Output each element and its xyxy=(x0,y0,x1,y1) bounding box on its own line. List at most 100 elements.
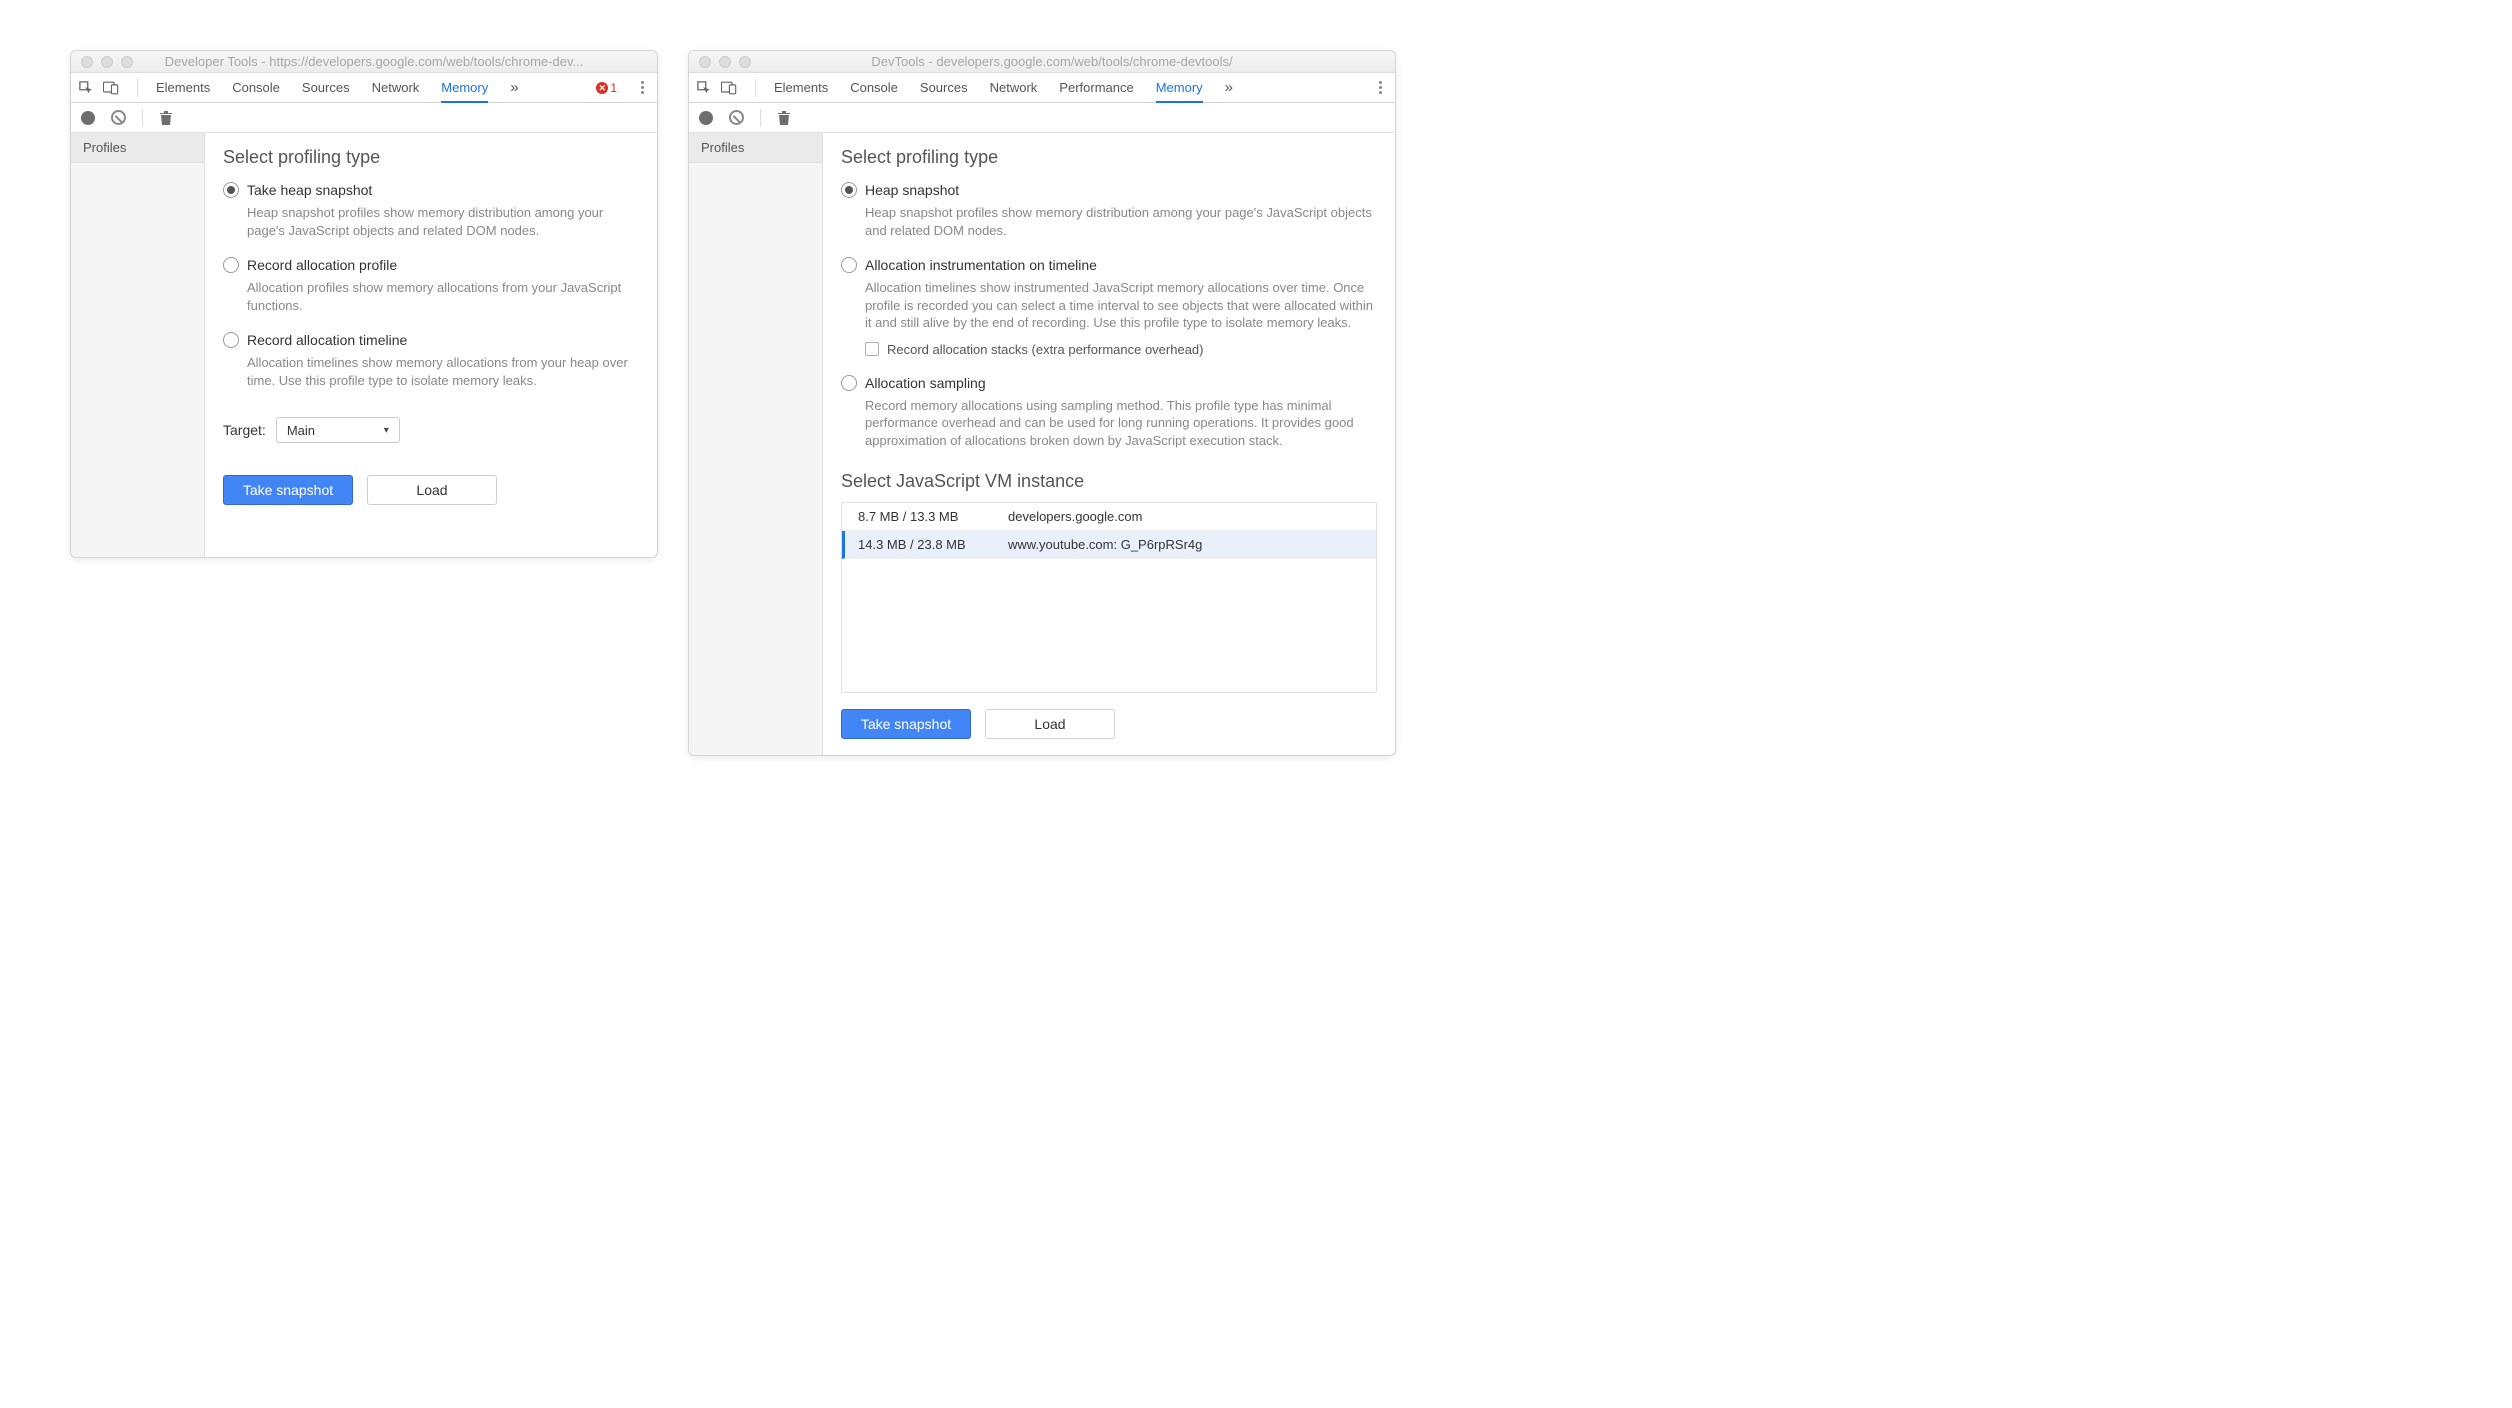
toggle-device-icon[interactable] xyxy=(721,81,737,95)
option-desc: Allocation timelines show memory allocat… xyxy=(247,354,639,389)
take-snapshot-button[interactable]: Take snapshot xyxy=(841,709,971,739)
tab-console[interactable]: Console xyxy=(232,73,280,102)
trash-icon[interactable] xyxy=(777,110,791,126)
radio-icon[interactable] xyxy=(841,375,857,391)
main-panel: Select profiling type Heap snapshot Heap… xyxy=(823,133,1395,755)
option-title: Allocation sampling xyxy=(865,375,986,391)
sidebar: Profiles xyxy=(689,133,823,755)
option-desc: Heap snapshot profiles show memory distr… xyxy=(247,204,639,239)
radio-icon[interactable] xyxy=(223,257,239,273)
option-heap-snapshot[interactable]: Heap snapshot Heap snapshot profiles sho… xyxy=(841,182,1377,239)
option-title: Record allocation timeline xyxy=(247,332,407,348)
divider xyxy=(755,79,756,97)
devtools-tabstrip: Elements Console Sources Network Memory … xyxy=(71,73,657,103)
vm-size: 14.3 MB / 23.8 MB xyxy=(858,537,1008,552)
profiles-toolbar xyxy=(71,103,657,133)
devtools-window-old: Developer Tools - https://developers.goo… xyxy=(70,50,658,558)
sidebar-item-profiles[interactable]: Profiles xyxy=(71,133,204,163)
divider xyxy=(142,109,143,127)
radio-icon[interactable] xyxy=(841,182,857,198)
zoom-dot[interactable] xyxy=(121,56,133,68)
option-title: Heap snapshot xyxy=(865,182,959,198)
profiling-heading: Select profiling type xyxy=(841,147,1377,168)
option-allocation-profile[interactable]: Record allocation profile Allocation pro… xyxy=(223,257,639,314)
traffic-lights xyxy=(81,56,133,68)
error-icon: ✕ xyxy=(596,82,608,94)
close-dot[interactable] xyxy=(81,56,93,68)
toggle-device-icon[interactable] xyxy=(103,81,119,95)
vm-heading: Select JavaScript VM instance xyxy=(841,471,1377,492)
option-allocation-instrumentation[interactable]: Allocation instrumentation on timeline A… xyxy=(841,257,1377,357)
caret-down-icon: ▾ xyxy=(384,425,389,436)
sub-option-label: Record allocation stacks (extra performa… xyxy=(887,342,1203,357)
option-allocation-sampling[interactable]: Allocation sampling Record memory alloca… xyxy=(841,375,1377,450)
sidebar-item-profiles[interactable]: Profiles xyxy=(689,133,822,163)
minimize-dot[interactable] xyxy=(719,56,731,68)
record-icon[interactable] xyxy=(699,111,713,125)
divider xyxy=(137,79,138,97)
record-icon[interactable] xyxy=(81,111,95,125)
take-snapshot-button[interactable]: Take snapshot xyxy=(223,475,353,505)
target-value: Main xyxy=(287,423,315,438)
tab-network[interactable]: Network xyxy=(990,73,1038,102)
vm-instance-list: 8.7 MB / 13.3 MB developers.google.com 1… xyxy=(841,502,1377,693)
checkbox-icon[interactable] xyxy=(865,342,879,356)
titlebar: DevTools - developers.google.com/web/too… xyxy=(689,51,1395,73)
devtools-tabstrip: Elements Console Sources Network Perform… xyxy=(689,73,1395,103)
profiling-heading: Select profiling type xyxy=(223,147,639,168)
tab-console[interactable]: Console xyxy=(850,73,898,102)
error-count: 1 xyxy=(610,81,617,95)
vm-row[interactable]: 8.7 MB / 13.3 MB developers.google.com xyxy=(842,503,1376,531)
option-desc: Allocation profiles show memory allocati… xyxy=(247,279,639,314)
load-button[interactable]: Load xyxy=(985,709,1115,739)
tabs: Elements Console Sources Network Perform… xyxy=(774,73,1233,102)
load-button[interactable]: Load xyxy=(367,475,497,505)
button-row: Take snapshot Load xyxy=(223,475,639,505)
more-tabs-icon[interactable]: » xyxy=(510,80,518,95)
vm-row[interactable]: 14.3 MB / 23.8 MB www.youtube.com: G_P6r… xyxy=(842,531,1376,559)
window-title: DevTools - developers.google.com/web/too… xyxy=(759,54,1385,69)
tab-elements[interactable]: Elements xyxy=(774,73,828,102)
option-title: Record allocation profile xyxy=(247,257,397,273)
error-badge[interactable]: ✕ 1 xyxy=(596,81,617,95)
kebab-menu-icon[interactable] xyxy=(1373,81,1387,94)
target-label: Target: xyxy=(223,422,266,438)
zoom-dot[interactable] xyxy=(739,56,751,68)
trash-icon[interactable] xyxy=(159,110,173,126)
tabs: Elements Console Sources Network Memory … xyxy=(156,73,519,102)
devtools-window-new: DevTools - developers.google.com/web/too… xyxy=(688,50,1396,756)
divider xyxy=(760,109,761,127)
vm-name: developers.google.com xyxy=(1008,509,1142,524)
target-select[interactable]: Main ▾ xyxy=(276,417,400,443)
vm-name: www.youtube.com: G_P6rpRSr4g xyxy=(1008,537,1202,552)
target-row: Target: Main ▾ xyxy=(223,417,639,443)
clear-icon[interactable] xyxy=(729,110,744,125)
inspect-element-icon[interactable] xyxy=(79,81,93,95)
sidebar: Profiles xyxy=(71,133,205,557)
sub-option-stacks[interactable]: Record allocation stacks (extra performa… xyxy=(865,342,1377,357)
option-heap-snapshot[interactable]: Take heap snapshot Heap snapshot profile… xyxy=(223,182,639,239)
more-tabs-icon[interactable]: » xyxy=(1225,80,1233,95)
tab-performance[interactable]: Performance xyxy=(1059,73,1133,102)
option-allocation-timeline[interactable]: Record allocation timeline Allocation ti… xyxy=(223,332,639,389)
profiles-toolbar xyxy=(689,103,1395,133)
radio-icon[interactable] xyxy=(223,332,239,348)
inspect-element-icon[interactable] xyxy=(697,81,711,95)
tab-elements[interactable]: Elements xyxy=(156,73,210,102)
clear-icon[interactable] xyxy=(111,110,126,125)
kebab-menu-icon[interactable] xyxy=(635,81,649,94)
window-title: Developer Tools - https://developers.goo… xyxy=(141,54,647,69)
minimize-dot[interactable] xyxy=(101,56,113,68)
button-row: Take snapshot Load xyxy=(841,709,1377,739)
close-dot[interactable] xyxy=(699,56,711,68)
tab-memory[interactable]: Memory xyxy=(441,73,488,102)
tab-network[interactable]: Network xyxy=(372,73,420,102)
radio-icon[interactable] xyxy=(841,257,857,273)
tab-sources[interactable]: Sources xyxy=(920,73,968,102)
tab-memory[interactable]: Memory xyxy=(1156,73,1203,102)
option-title: Take heap snapshot xyxy=(247,182,372,198)
radio-icon[interactable] xyxy=(223,182,239,198)
option-desc: Record memory allocations using sampling… xyxy=(865,397,1377,450)
main-panel: Select profiling type Take heap snapshot… xyxy=(205,133,657,557)
tab-sources[interactable]: Sources xyxy=(302,73,350,102)
